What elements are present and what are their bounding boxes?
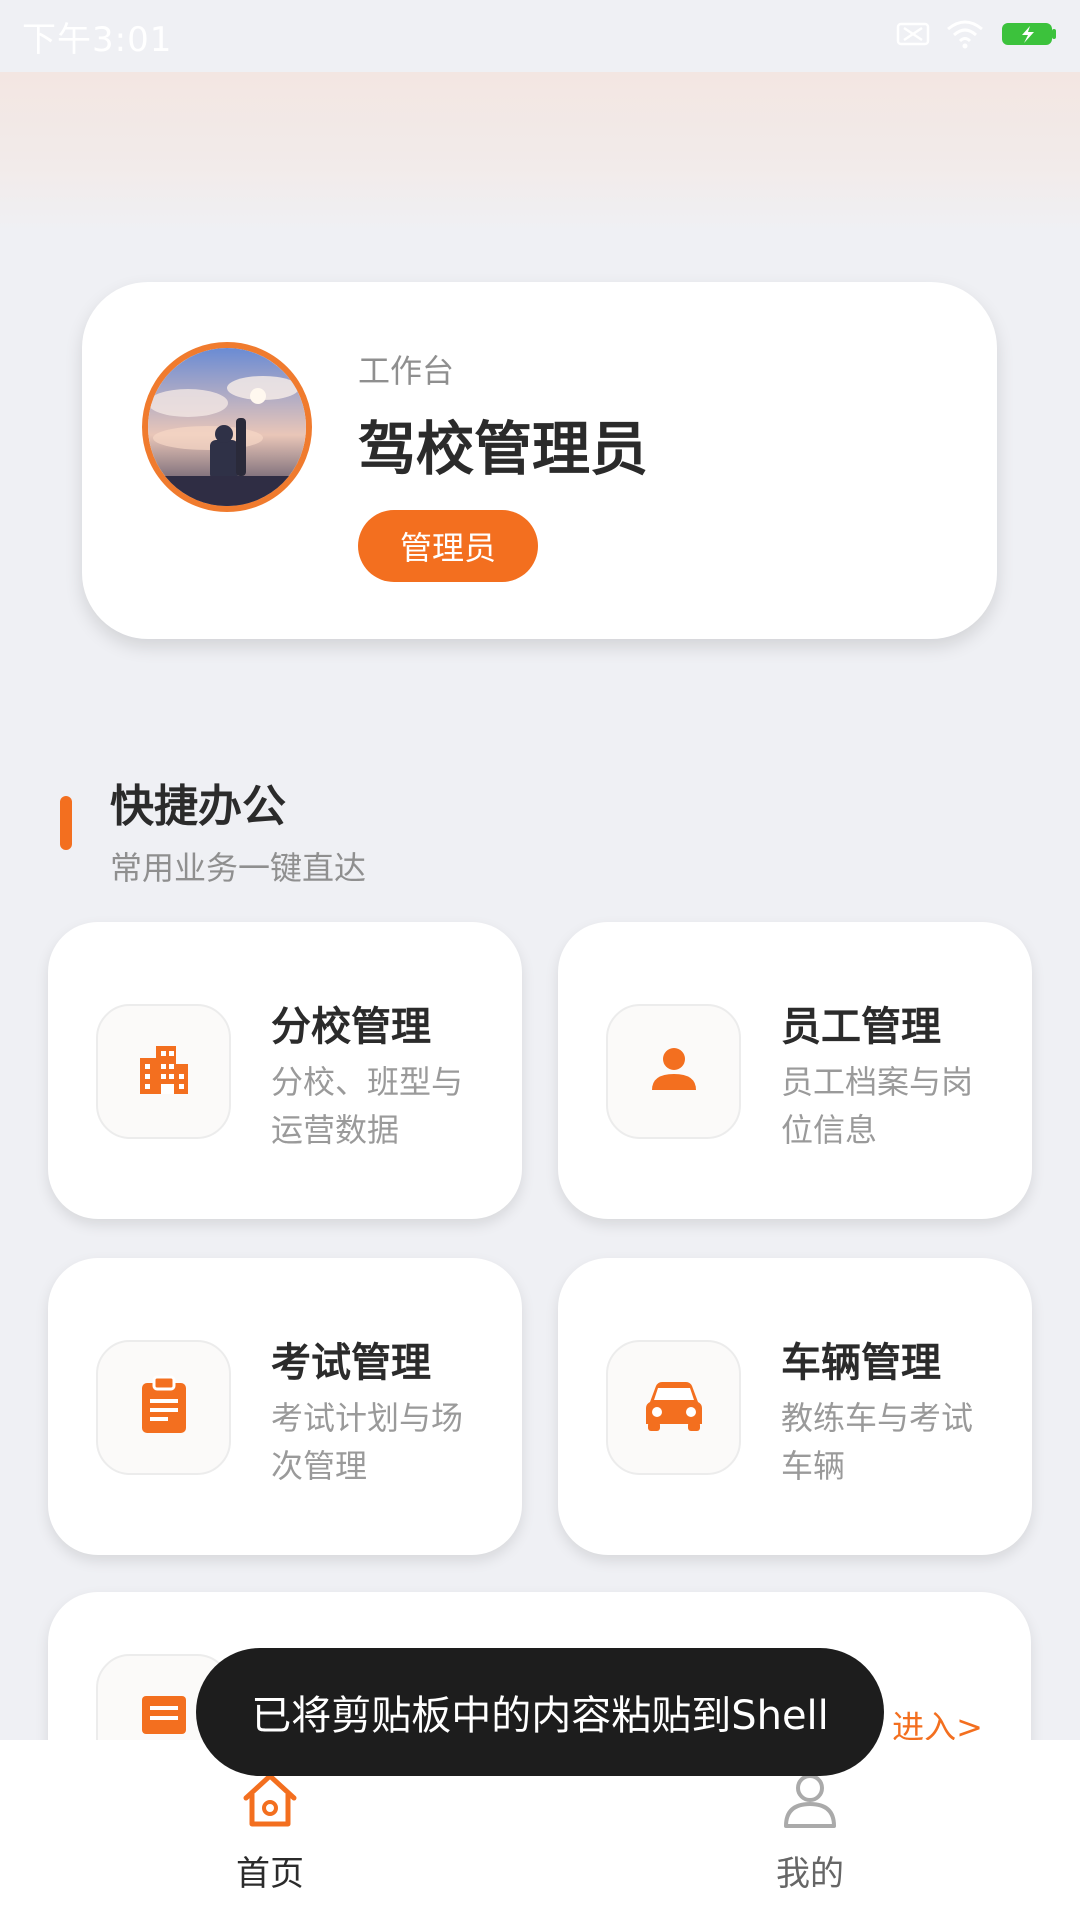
user-icon (778, 1768, 842, 1836)
tile-icon-box (606, 1004, 741, 1139)
avatar[interactable] (142, 342, 312, 512)
tile-description: 员工档案与岗位信息 (781, 1063, 974, 1149)
wifi-icon (946, 19, 984, 53)
status-bar: 下午3:01 (0, 0, 1080, 72)
tab-mine-label: 我的 (776, 1854, 844, 1894)
tile-staff-management[interactable]: 员工管理 员工档案与岗位信息 (558, 922, 1032, 1219)
building-icon (136, 1042, 192, 1102)
tile-description: 考试计划与场次管理 (271, 1399, 464, 1485)
profile-card[interactable]: 工作台 驾校管理员 管理员 (82, 282, 997, 639)
tile-description: 分校、班型与运营数据 (271, 1063, 464, 1149)
workbench-label: 工作台 (358, 352, 455, 390)
tab-home[interactable]: 首页 (170, 1768, 370, 1895)
tab-mine[interactable]: 我的 (710, 1768, 910, 1895)
tile-icon-box (96, 1340, 231, 1475)
section-subtitle: 常用业务一键直达 (110, 849, 367, 887)
section-title: 快捷办公 (110, 781, 286, 832)
tile-title: 车辆管理 (781, 1340, 941, 1386)
toast-message: 已将剪贴板中的内容粘贴到Shell (196, 1648, 884, 1776)
tile-title: 员工管理 (781, 1004, 941, 1050)
document-icon (136, 1694, 192, 1738)
tile-icon-box (96, 1004, 231, 1139)
tile-branch-management[interactable]: 分校管理 分校、班型与运营数据 (48, 922, 522, 1219)
clipboard-icon (136, 1375, 192, 1441)
tile-title: 分校管理 (271, 1004, 431, 1050)
battery-icon (1000, 20, 1058, 52)
person-icon (646, 1042, 702, 1102)
user-name: 驾校管理员 (358, 415, 649, 483)
status-time: 下午3:01 (22, 19, 173, 60)
tile-vehicle-management[interactable]: 车辆管理 教练车与考试车辆 (558, 1258, 1032, 1555)
header-background (0, 72, 1080, 232)
tile-title: 考试管理 (271, 1340, 431, 1386)
tile-description: 教练车与考试车辆 (781, 1399, 974, 1485)
car-icon (644, 1380, 704, 1436)
home-icon (238, 1768, 302, 1836)
tab-home-label: 首页 (236, 1854, 304, 1894)
role-badge: 管理员 (358, 510, 538, 582)
section-accent-bar (60, 796, 72, 850)
status-icons (896, 19, 1058, 53)
no-sim-icon (896, 21, 930, 51)
tile-icon-box (606, 1340, 741, 1475)
tile-exam-management[interactable]: 考试管理 考试计划与场次管理 (48, 1258, 522, 1555)
